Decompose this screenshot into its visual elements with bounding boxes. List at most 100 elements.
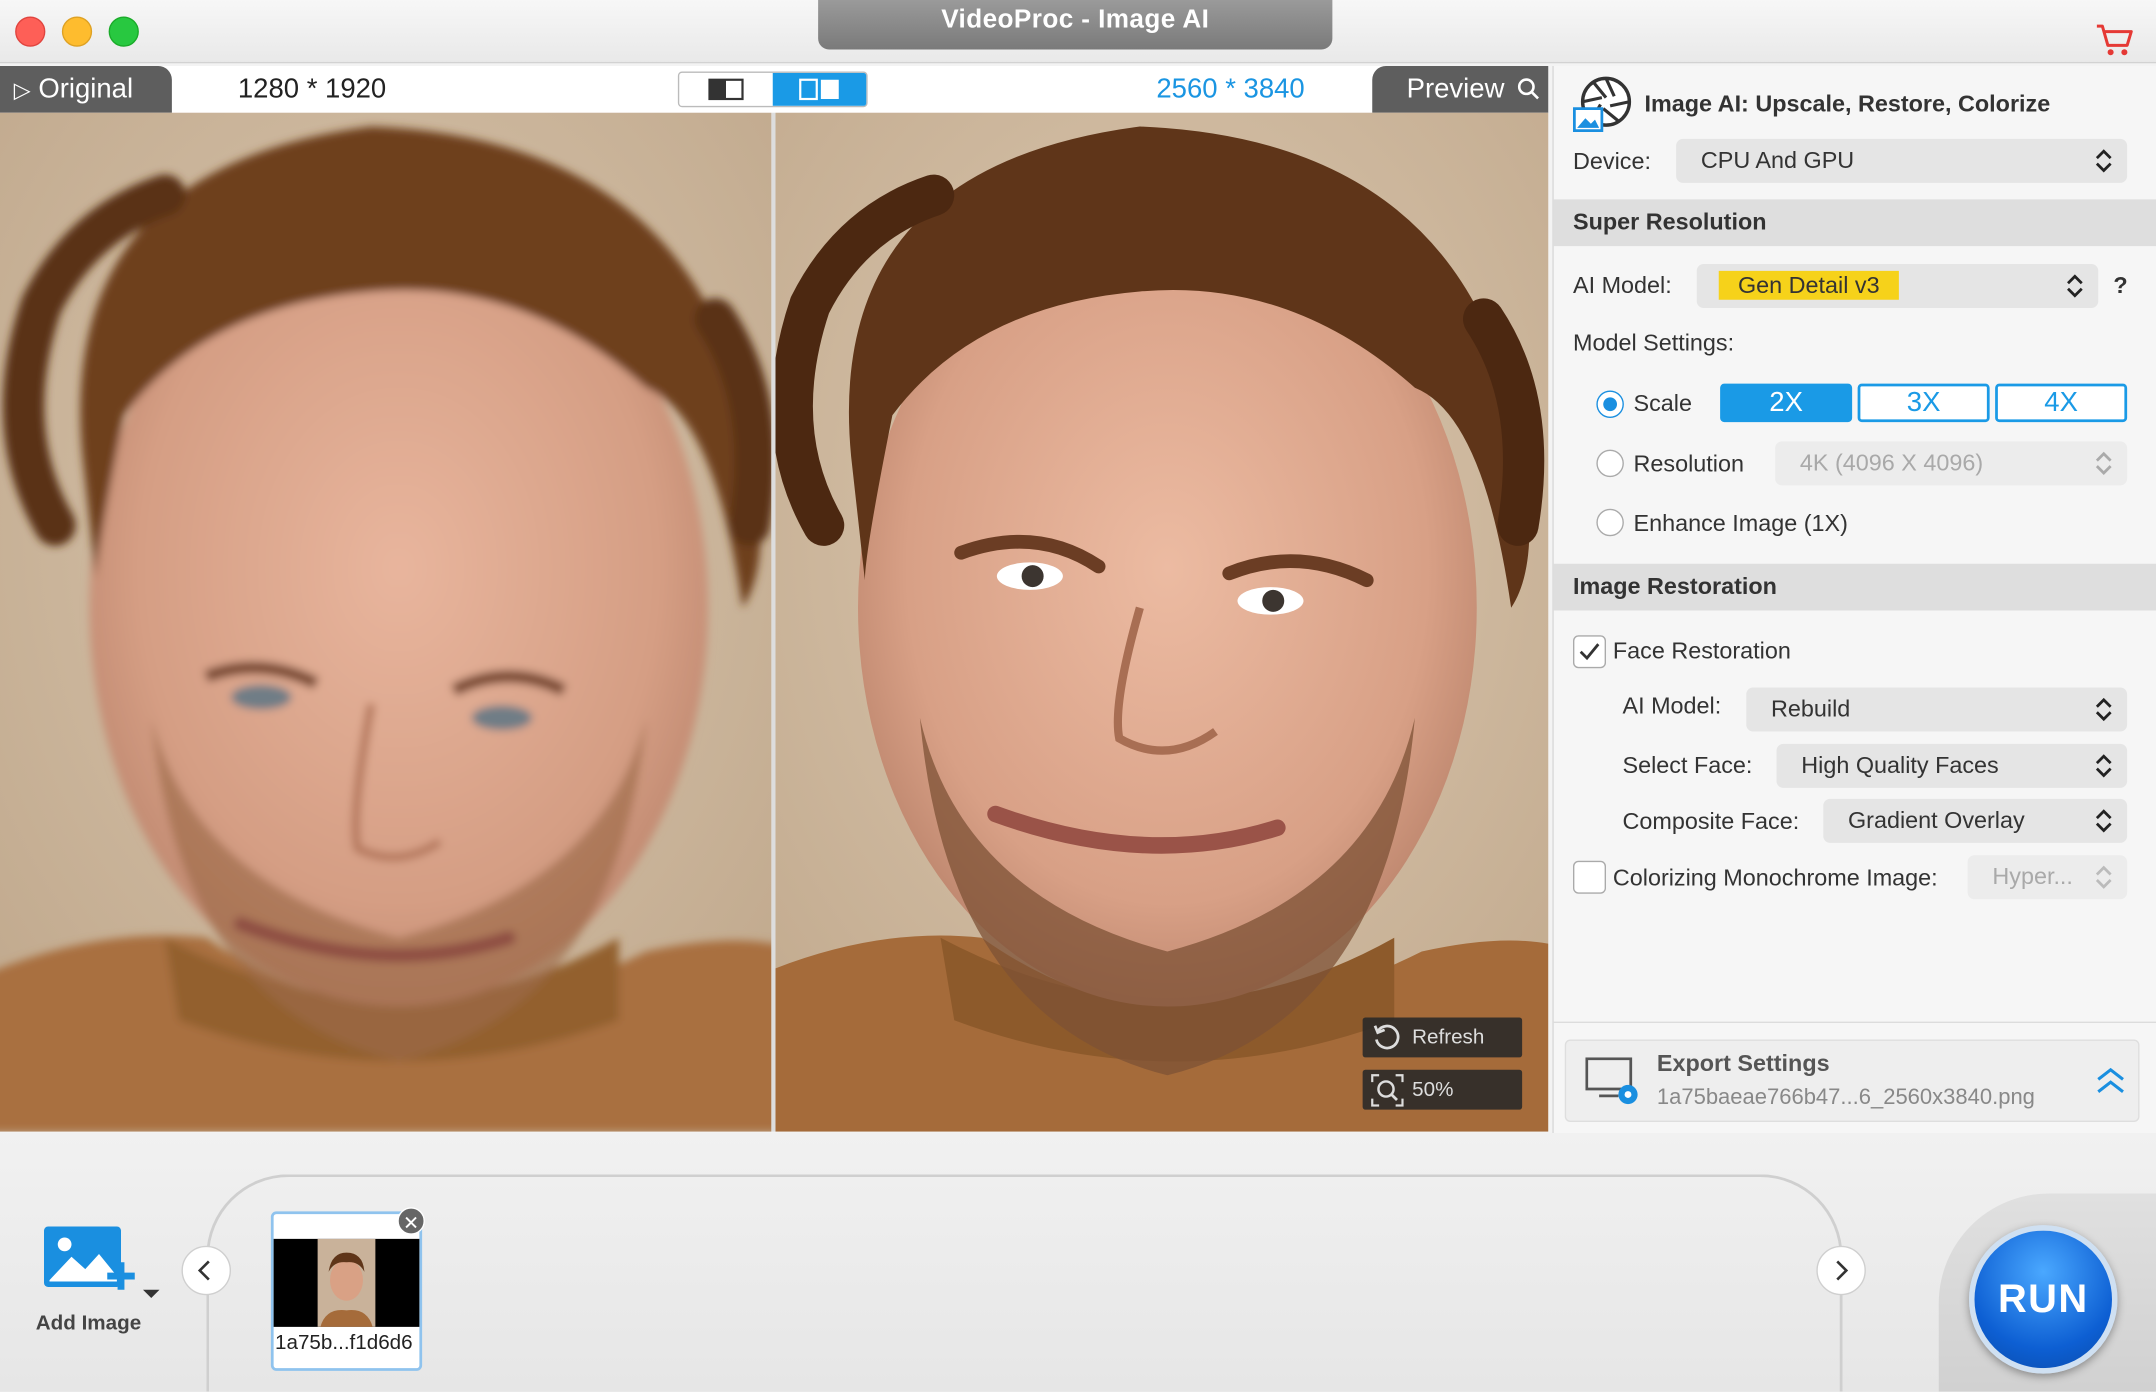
resolution-value: 4K (4096 X 4096) — [1799, 449, 1984, 476]
minimize-window-button[interactable] — [61, 16, 93, 47]
image-restoration-header: Image Restoration — [1553, 563, 2156, 611]
scale-radio[interactable] — [1596, 390, 1624, 418]
chevron-right-icon — [1836, 1260, 1849, 1281]
next-button[interactable] — [1816, 1245, 1866, 1296]
settings-panel: Image AI: Upscale, Restore, Colorize Dev… — [1552, 66, 2156, 1133]
zoom-icon — [1371, 1074, 1404, 1121]
expand-up-icon[interactable] — [2094, 1066, 2127, 1096]
fr-ai-model-select[interactable]: Rebuild — [1746, 687, 2128, 732]
play-icon: ▷ — [13, 79, 31, 104]
split-view-icon — [799, 78, 839, 101]
sr-ai-model-select[interactable]: Gen Detail v3 — [1696, 264, 2099, 308]
device-label: Device: — [1573, 148, 1651, 175]
device-value: CPU And GPU — [1700, 147, 1855, 174]
panel-title: Image AI: Upscale, Restore, Colorize — [1644, 90, 2051, 117]
original-tab[interactable]: ▷ Original — [0, 66, 172, 113]
thumbnail-image — [273, 1238, 420, 1327]
scale-4x-button[interactable]: 4X — [1995, 383, 2128, 423]
preview-tab[interactable]: Preview — [1372, 66, 1549, 113]
chevron-updown-icon — [2095, 451, 2112, 475]
thumbnail-track — [206, 1174, 1843, 1392]
device-select[interactable]: CPU And GPU — [1676, 138, 2128, 183]
bottom-bar: Add Image 1a75b...f1d6d6 ✕ RUN — [0, 1133, 2156, 1392]
sr-ai-model-value: Gen Detail v3 — [1718, 270, 1899, 300]
original-resolution: 1280 * 1920 — [237, 74, 387, 105]
chevron-updown-icon — [2095, 697, 2112, 722]
viewer-header: ▷ Original 1280 * 1920 2560 * 3840 Previ… — [0, 66, 1549, 113]
super-resolution-header: Super Resolution — [1553, 199, 2156, 247]
export-settings-icon — [1585, 1057, 1638, 1105]
app-window: VideoProc - Image AI ▷ Original 1280 * 1… — [0, 0, 2156, 1392]
select-face-label: Select Face: — [1622, 752, 1753, 779]
help-icon[interactable]: ? — [2113, 272, 2127, 300]
view-mode-toggle[interactable] — [677, 71, 868, 108]
zoom-button[interactable]: 50% — [1362, 1069, 1523, 1110]
cart-icon[interactable] — [2096, 22, 2135, 58]
single-view-button[interactable] — [679, 73, 771, 106]
zoom-label: 50% — [1412, 1078, 1454, 1102]
resolution-select[interactable]: 4K (4096 X 4096) — [1775, 441, 2128, 486]
preview-resolution: 2560 * 3840 — [1156, 74, 1305, 105]
thumbnail-label: 1a75b...f1d6d6 — [275, 1331, 413, 1355]
face-restoration-label: Face Restoration — [1612, 638, 1791, 665]
scale-3x-button[interactable]: 3X — [1857, 383, 1990, 423]
chevron-updown-icon — [2095, 149, 2112, 173]
close-window-button[interactable] — [15, 16, 46, 47]
colorizing-select[interactable]: Hyper... — [1967, 855, 2128, 900]
single-view-icon — [708, 78, 744, 101]
portrait-enhanced-image — [775, 112, 1549, 1132]
composite-face-value: Gradient Overlay — [1848, 807, 2025, 834]
prev-button[interactable] — [181, 1245, 231, 1296]
portrait-original-image — [0, 112, 772, 1132]
panel-divider — [1553, 1021, 2156, 1023]
chevron-updown-icon — [2095, 754, 2112, 778]
original-image[interactable] — [0, 112, 772, 1132]
preview-image[interactable]: Refresh 50% — [775, 112, 1549, 1132]
enhance-radio[interactable] — [1596, 508, 1624, 537]
remove-thumbnail-button[interactable]: ✕ — [397, 1207, 425, 1235]
composite-face-label: Composite Face: — [1622, 808, 1800, 835]
zoom-window-button[interactable] — [108, 16, 139, 47]
chevron-left-icon — [197, 1260, 210, 1281]
fr-ai-model-value: Rebuild — [1771, 695, 1851, 722]
fr-ai-model-label: AI Model: — [1622, 693, 1722, 720]
resolution-label: Resolution — [1633, 451, 1744, 478]
composite-face-select[interactable]: Gradient Overlay — [1823, 798, 2128, 843]
split-view-button[interactable] — [772, 72, 867, 106]
enhance-label: Enhance Image (1X) — [1633, 510, 1848, 537]
resolution-radio[interactable] — [1596, 449, 1624, 478]
app-title: VideoProc - Image AI — [818, 0, 1333, 50]
original-tab-label: Original — [38, 74, 134, 105]
refresh-button[interactable]: Refresh — [1362, 1017, 1523, 1058]
refresh-icon — [1371, 1022, 1401, 1066]
export-filename: 1a75baeae766b47...6_2560x3840.png — [1656, 1086, 2035, 1110]
scale-label: Scale — [1633, 390, 1692, 417]
refresh-label: Refresh — [1412, 1025, 1485, 1050]
add-image-icon — [44, 1226, 160, 1298]
sr-ai-model-label: AI Model: — [1573, 272, 1672, 299]
search-icon — [1517, 78, 1539, 100]
aperture-image-icon — [1573, 76, 1632, 132]
colorizing-value: Hyper... — [1992, 863, 2073, 890]
export-settings[interactable]: Export Settings 1a75baeae766b47...6_2560… — [1564, 1039, 2140, 1122]
chevron-updown-icon — [2095, 809, 2112, 833]
preview-tab-label: Preview — [1406, 74, 1505, 105]
add-image-button[interactable] — [41, 1221, 165, 1304]
colorizing-label: Colorizing Monochrome Image: — [1612, 864, 1938, 891]
colorizing-checkbox[interactable] — [1573, 860, 1606, 894]
checkmark-icon — [1579, 643, 1600, 661]
select-face-value: High Quality Faces — [1801, 752, 1999, 779]
face-restoration-checkbox[interactable] — [1573, 635, 1606, 669]
title-bar: VideoProc - Image AI — [0, 0, 2156, 64]
export-title: Export Settings — [1656, 1050, 1830, 1077]
chevron-updown-icon — [2067, 274, 2083, 298]
image-thumbnail[interactable]: 1a75b...f1d6d6 — [270, 1211, 423, 1371]
chevron-updown-icon — [2095, 865, 2112, 889]
model-settings-label: Model Settings: — [1573, 330, 1735, 357]
thumbnail-portrait — [317, 1238, 376, 1327]
close-icon: ✕ — [403, 1211, 420, 1234]
scale-2x-button[interactable]: 2X — [1720, 383, 1853, 423]
add-image-label: Add Image — [35, 1311, 142, 1336]
run-button[interactable]: RUN — [1969, 1225, 2118, 1374]
select-face-select[interactable]: High Quality Faces — [1776, 743, 2128, 788]
